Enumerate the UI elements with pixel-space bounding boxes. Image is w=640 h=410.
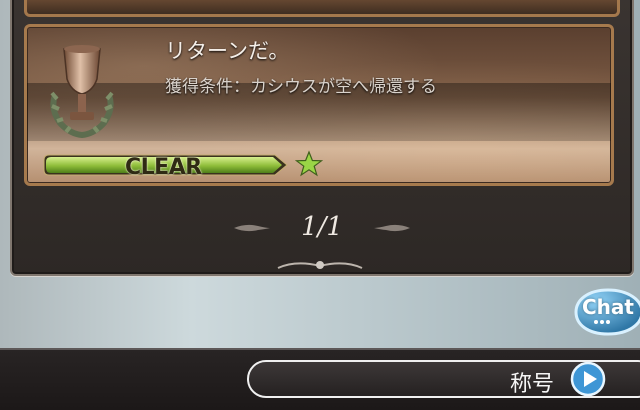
achievement-card: リターンだ。 獲得条件：カシウスが空へ帰還する CLEAR: [24, 24, 614, 186]
achievement-condition: 獲得条件：カシウスが空へ帰還する: [165, 77, 437, 97]
chat-label: Chat: [582, 295, 634, 319]
page-next-ornament[interactable]: [372, 222, 412, 234]
play-icon[interactable]: [570, 361, 606, 397]
clear-label: CLEAR: [125, 155, 202, 180]
title-menu-label: 称号: [510, 372, 555, 397]
star-icon: [295, 150, 323, 177]
previous-achievement-card: [24, 0, 620, 17]
achievement-title: リターンだ。: [165, 39, 290, 63]
frame-ornament: [277, 261, 363, 269]
trophy-icon: [50, 45, 114, 139]
pagination: 1/1: [232, 208, 412, 242]
